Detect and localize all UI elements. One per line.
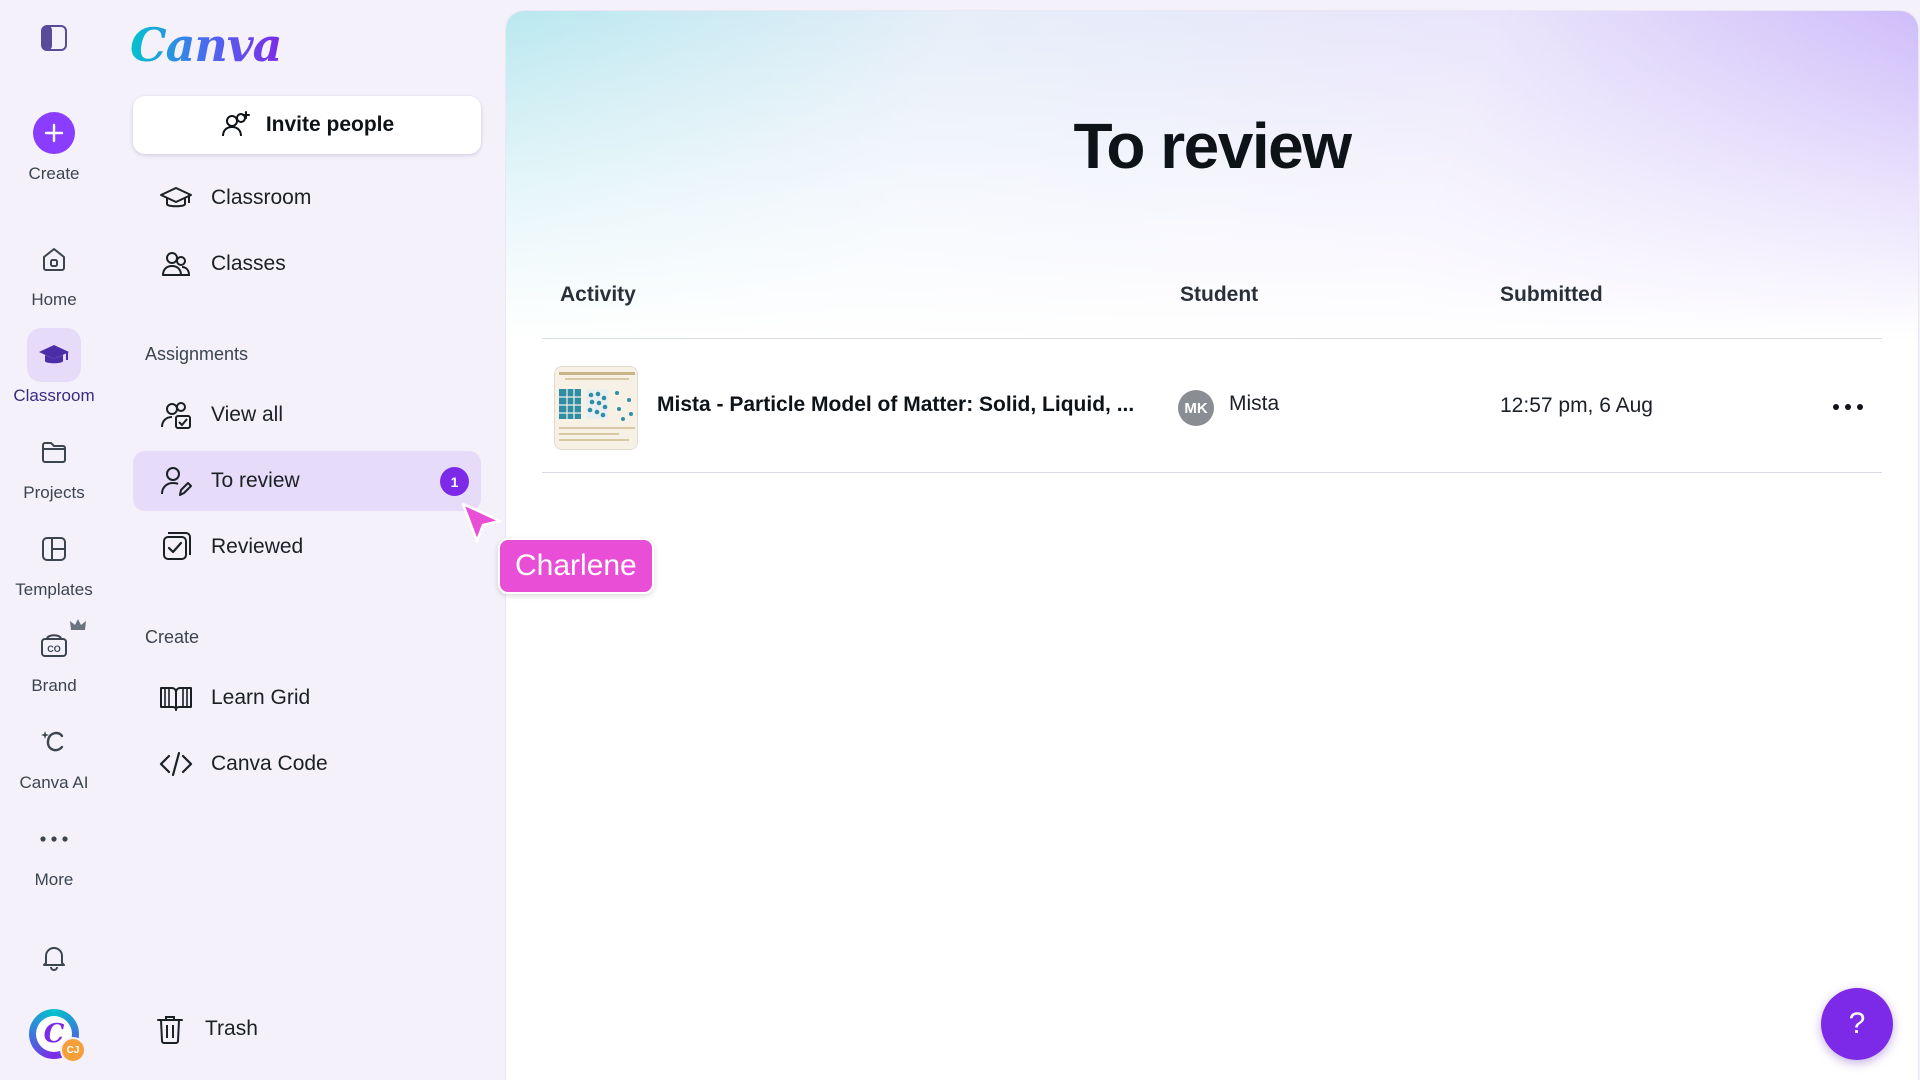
student-name: Mista [1229, 392, 1280, 415]
home-icon [43, 248, 65, 271]
student-avatar: MK [1178, 390, 1214, 426]
people-icon [162, 252, 191, 276]
help-button[interactable]: ? [1821, 988, 1893, 1060]
trash-icon [157, 1016, 183, 1044]
sidebar-item-to-review[interactable]: To review 1 [133, 451, 481, 511]
create-heading: Create [145, 627, 200, 647]
sidebar-item-learn-grid[interactable]: Learn Grid [133, 668, 481, 728]
sidebar-item-canva-code[interactable]: Canva Code [133, 734, 481, 794]
bell-icon [43, 947, 65, 971]
crown-icon [70, 619, 86, 630]
plus-icon [33, 112, 75, 154]
row-more-options-button[interactable] [1827, 389, 1869, 425]
add-user-icon [221, 111, 250, 137]
rail-item-more[interactable]: More [0, 812, 108, 890]
design-thumbnail-icon [555, 367, 637, 449]
rail-item-templates[interactable]: Templates [0, 522, 108, 600]
column-header-activity[interactable]: Activity [560, 283, 636, 307]
panel-toggle-icon [41, 25, 67, 51]
rail-classroom-label: Classroom [13, 386, 95, 405]
collaborator-name-tag: Charlene [498, 538, 654, 594]
to-review-count-badge: 1 [440, 467, 469, 496]
rail-item-classroom[interactable]: Classroom [0, 328, 108, 406]
graduation-cap-icon [160, 187, 192, 208]
svg-text:CO: CO [47, 644, 61, 654]
column-header-submitted[interactable]: Submitted [1500, 283, 1603, 307]
column-header-student[interactable]: Student [1180, 283, 1258, 307]
main-content: To review Activity Student Submitted Mis… [506, 11, 1918, 1080]
avatar-initials-badge: CJ [60, 1037, 86, 1063]
sidebar-item-view-all[interactable]: View all [133, 385, 481, 445]
classroom-sidebar: Canva Invite people Classroom Classes As… [108, 0, 506, 1080]
rail-canva-ai-label: Canva AI [19, 773, 89, 792]
sidebar-toggle-button[interactable] [40, 24, 68, 52]
more-icon [40, 836, 68, 842]
rail-item-home[interactable]: Home [0, 232, 108, 310]
rail-templates-label: Templates [15, 580, 93, 599]
rail-create-button[interactable]: Create [0, 106, 108, 184]
graduation-cap-icon [39, 345, 69, 364]
canva-logo[interactable]: Canva [130, 18, 282, 72]
rail-item-canva-ai[interactable]: Canva AI [0, 715, 108, 793]
collaborator-cursor-icon [461, 502, 502, 543]
rail-more-label: More [34, 870, 74, 889]
view-all-icon [161, 402, 191, 429]
sidebar-item-classes[interactable]: Classes [133, 234, 481, 294]
submitted-time: 12:57 pm, 6 Aug [1500, 394, 1653, 417]
brand-icon: CO [41, 634, 67, 657]
sidebar-item-label: Canva Code [211, 752, 328, 775]
user-avatar[interactable]: C CJ [29, 1009, 86, 1063]
app-rail: Create Home Classroom Projects Templates… [0, 0, 108, 1080]
canva-ai-icon [41, 731, 64, 752]
templates-icon [42, 537, 66, 561]
rail-item-projects[interactable]: Projects [0, 425, 108, 503]
invite-people-button[interactable]: Invite people [133, 96, 481, 154]
activity-title[interactable]: Mista - Particle Model of Matter: Solid,… [657, 393, 1134, 417]
assignments-heading: Assignments [145, 344, 249, 364]
sidebar-item-trash[interactable]: Trash [133, 999, 481, 1059]
sidebar-item-label: View all [211, 403, 283, 426]
user-edit-icon [161, 467, 192, 496]
table-row[interactable]: Mista - Particle Model of Matter: Solid,… [542, 339, 1882, 473]
book-icon [160, 687, 192, 711]
sidebar-item-label: Classroom [211, 186, 312, 209]
rail-create-label: Create [28, 164, 80, 183]
more-horizontal-icon [1833, 404, 1863, 410]
invite-people-label: Invite people [265, 113, 395, 136]
sidebar-item-reviewed[interactable]: Reviewed [133, 517, 481, 577]
code-icon [159, 751, 193, 777]
submissions-table: Activity Student Submitted Mista - Parti… [542, 261, 1882, 473]
checkbox-icon [163, 532, 191, 560]
sidebar-item-label: Learn Grid [211, 686, 311, 709]
rail-home-label: Home [31, 290, 77, 309]
sidebar-item-classroom[interactable]: Classroom [133, 168, 481, 228]
sidebar-item-label: Classes [211, 252, 286, 275]
rail-brand-label: Brand [31, 676, 77, 695]
sidebar-item-label: Trash [205, 1017, 258, 1040]
folder-icon [42, 442, 66, 463]
activity-thumbnail[interactable] [554, 366, 638, 450]
table-header: Activity Student Submitted [542, 261, 1882, 339]
rail-projects-label: Projects [23, 483, 85, 502]
notifications-button[interactable] [0, 930, 108, 984]
rail-item-brand[interactable]: CO Brand [0, 618, 108, 696]
sidebar-item-label: Reviewed [211, 535, 304, 558]
sidebar-item-label: To review [211, 469, 300, 492]
page-title: To review [1073, 110, 1352, 182]
